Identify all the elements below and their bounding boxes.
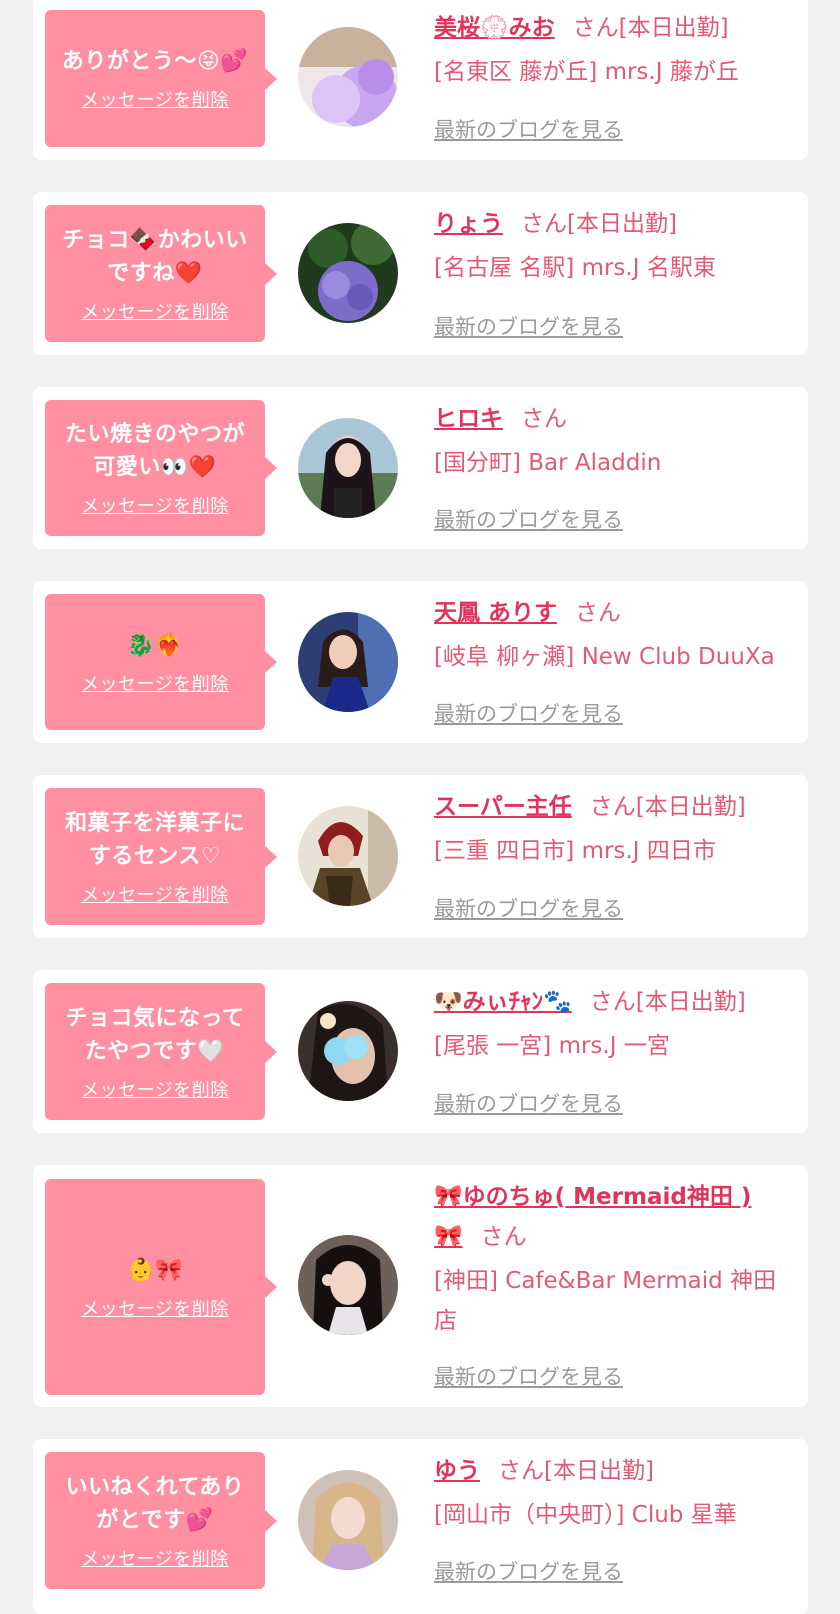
shop-text: [尾張 一宮] mrs.J 一宮 bbox=[434, 1033, 670, 1059]
name-line: 🎀ゆのちゅ( Mermaid神田 )🎀 さん bbox=[434, 1177, 794, 1257]
latest-blog-link[interactable]: 最新のブログを見る bbox=[434, 1088, 623, 1118]
profile-info: 🐶みぃﾁｬﾝ🐾 さん[本日出勤] [尾張 一宮] mrs.J 一宮 bbox=[434, 982, 794, 1066]
delete-message-link[interactable]: メッセージを削除 bbox=[81, 492, 229, 518]
list-item: チョコ🍫かわいいですね❤️ メッセージを削除 りょう さん[本日出勤] [名古屋 … bbox=[33, 192, 808, 355]
avatar[interactable] bbox=[298, 806, 398, 906]
message-bubble: 👶🎀 メッセージを削除 bbox=[45, 1179, 277, 1395]
message-bubble: 和菓子を洋菓子にするセンス♡ メッセージを削除 bbox=[45, 788, 277, 925]
message-text: チョコ🍫かわいいですね❤️ bbox=[62, 227, 248, 286]
profile-info: 美桜💮みお さん[本日出勤] [名東区 藤が丘] mrs.J 藤が丘 bbox=[434, 8, 794, 92]
avatar[interactable] bbox=[298, 612, 398, 712]
shop-text: [岡山市（中央町）] Club 星華 bbox=[434, 1502, 737, 1528]
message-bubble: チョコ🍫かわいいですね❤️ メッセージを削除 bbox=[45, 205, 277, 342]
latest-blog-link[interactable]: 最新のブログを見る bbox=[434, 698, 623, 728]
message-bubble: たい焼きのやつが可愛い👀❤️ メッセージを削除 bbox=[45, 400, 277, 536]
profile-info: りょう さん[本日出勤] [名古屋 名駅] mrs.J 名駅東 bbox=[434, 204, 794, 288]
cast-name-link[interactable]: ヒロキ bbox=[434, 406, 503, 432]
profile-info: 🎀ゆのちゅ( Mermaid神田 )🎀 さん [神田] Cafe&Bar Merm… bbox=[434, 1177, 794, 1341]
avatar-photo bbox=[298, 418, 398, 518]
name-line: ゆう さん[本日出勤] bbox=[434, 1451, 794, 1491]
list-item: 🐉❤️‍🔥 メッセージを削除 天鳳 ありす さん [岐阜 柳ヶ瀬] New Clu… bbox=[33, 581, 808, 743]
latest-blog-link[interactable]: 最新のブログを見る bbox=[434, 1556, 623, 1586]
avatar-photo bbox=[298, 27, 398, 127]
avatar[interactable] bbox=[298, 1235, 398, 1335]
name-line: 美桜💮みお さん[本日出勤] bbox=[434, 8, 794, 48]
message-text: 🐉❤️‍🔥 bbox=[127, 632, 183, 658]
honorific: さん bbox=[575, 600, 622, 626]
shop-text: [名東区 藤が丘] mrs.J 藤が丘 bbox=[434, 59, 739, 85]
honorific: さん[本日出勤] bbox=[589, 989, 746, 1015]
message-text: いいねくれてありがとです💕 bbox=[65, 1474, 245, 1533]
list-item: 和菓子を洋菓子にするセンス♡ メッセージを削除 スーパー主任 さん[本日出勤] [… bbox=[33, 775, 808, 938]
list-item: たい焼きのやつが可愛い👀❤️ メッセージを削除 ヒロキ さん [国分町] Bar … bbox=[33, 387, 808, 549]
shop-text: [岐阜 柳ヶ瀬] New Club DuuXa bbox=[434, 644, 775, 670]
message-bubble: 🐉❤️‍🔥 メッセージを削除 bbox=[45, 594, 277, 730]
profile-info: 天鳳 ありす さん [岐阜 柳ヶ瀬] New Club DuuXa bbox=[434, 593, 794, 677]
avatar[interactable] bbox=[298, 418, 398, 518]
name-line: 天鳳 ありす さん bbox=[434, 593, 794, 633]
profile-info: ゆう さん[本日出勤] [岡山市（中央町）] Club 星華 bbox=[434, 1451, 794, 1535]
delete-message-link[interactable]: メッセージを削除 bbox=[81, 86, 229, 112]
cast-name-link[interactable]: ゆう bbox=[434, 1458, 480, 1484]
cast-name-link[interactable]: 天鳳 ありす bbox=[434, 600, 557, 626]
profile-info: スーパー主任 さん[本日出勤] [三重 四日市] mrs.J 四日市 bbox=[434, 787, 794, 871]
name-line: 🐶みぃﾁｬﾝ🐾 さん[本日出勤] bbox=[434, 982, 794, 1022]
message-text: ありがとう〜😝💕 bbox=[61, 49, 249, 74]
cast-name-link[interactable]: りょう bbox=[434, 211, 503, 237]
latest-blog-link[interactable]: 最新のブログを見る bbox=[434, 504, 623, 534]
avatar-photo bbox=[298, 806, 398, 906]
message-text: 👶🎀 bbox=[127, 1257, 183, 1283]
latest-blog-link[interactable]: 最新のブログを見る bbox=[434, 893, 623, 923]
avatar-photo bbox=[298, 223, 398, 323]
avatar[interactable] bbox=[298, 1470, 398, 1570]
avatar-photo bbox=[298, 1470, 398, 1570]
honorific: さん[本日出勤] bbox=[572, 15, 729, 41]
shop-text: [神田] Cafe&Bar Mermaid 神田店 bbox=[434, 1268, 777, 1334]
latest-blog-link[interactable]: 最新のブログを見る bbox=[434, 311, 623, 341]
avatar-photo bbox=[298, 1001, 398, 1101]
message-bubble: いいねくれてありがとです💕 メッセージを削除 bbox=[45, 1452, 277, 1589]
delete-message-link[interactable]: メッセージを削除 bbox=[81, 881, 229, 907]
honorific: さん[本日出勤] bbox=[498, 1458, 654, 1484]
avatar[interactable] bbox=[298, 27, 398, 127]
list-item: ありがとう〜😝💕 メッセージを削除 美桜💮みお さん[本日出勤] [名東区 藤が丘… bbox=[33, 0, 808, 160]
message-bubble: チョコ気になってたやつです🤍 メッセージを削除 bbox=[45, 983, 277, 1120]
delete-message-link[interactable]: メッセージを削除 bbox=[81, 1076, 229, 1102]
name-line: ヒロキ さん bbox=[434, 399, 794, 439]
shop-text: [三重 四日市] mrs.J 四日市 bbox=[434, 838, 716, 864]
list-item: 👶🎀 メッセージを削除 🎀ゆのちゅ( Mermaid神田 )🎀 さん [神田] C… bbox=[33, 1165, 808, 1407]
delete-message-link[interactable]: メッセージを削除 bbox=[81, 298, 229, 324]
shop-text: [国分町] Bar Aladdin bbox=[434, 450, 662, 476]
avatar[interactable] bbox=[298, 1001, 398, 1101]
cast-name-link[interactable]: 🐶みぃﾁｬﾝ🐾 bbox=[434, 989, 572, 1015]
avatar-photo bbox=[298, 612, 398, 712]
honorific: さん[本日出勤] bbox=[589, 794, 746, 820]
honorific: さん bbox=[521, 406, 567, 432]
latest-blog-link[interactable]: 最新のブログを見る bbox=[434, 1361, 623, 1391]
name-line: りょう さん[本日出勤] bbox=[434, 204, 794, 244]
message-text: 和菓子を洋菓子にするセンス♡ bbox=[64, 810, 245, 869]
delete-message-link[interactable]: メッセージを削除 bbox=[81, 1545, 229, 1571]
cast-name-link[interactable]: 美桜💮みお bbox=[434, 15, 555, 41]
name-line: スーパー主任 さん[本日出勤] bbox=[434, 787, 794, 827]
delete-message-link[interactable]: メッセージを削除 bbox=[81, 670, 229, 696]
message-text: たい焼きのやつが可愛い👀❤️ bbox=[64, 422, 245, 480]
shop-text: [名古屋 名駅] mrs.J 名駅東 bbox=[434, 255, 716, 281]
message-bubble: ありがとう〜😝💕 メッセージを削除 bbox=[45, 10, 277, 147]
message-text: チョコ気になってたやつです🤍 bbox=[65, 1005, 245, 1064]
list-item: チョコ気になってたやつです🤍 メッセージを削除 🐶みぃﾁｬﾝ🐾 さん[本日出勤] … bbox=[33, 970, 808, 1133]
avatar-photo bbox=[298, 1235, 398, 1335]
latest-blog-link[interactable]: 最新のブログを見る bbox=[434, 114, 623, 144]
honorific: さん bbox=[480, 1224, 527, 1250]
list-item: いいねくれてありがとです💕 メッセージを削除 ゆう さん[本日出勤] [岡山市（中… bbox=[33, 1439, 808, 1614]
cast-name-link[interactable]: スーパー主任 bbox=[434, 794, 572, 820]
delete-message-link[interactable]: メッセージを削除 bbox=[81, 1295, 229, 1321]
profile-info: ヒロキ さん [国分町] Bar Aladdin bbox=[434, 399, 794, 483]
honorific: さん[本日出勤] bbox=[521, 211, 677, 237]
avatar[interactable] bbox=[298, 223, 398, 323]
